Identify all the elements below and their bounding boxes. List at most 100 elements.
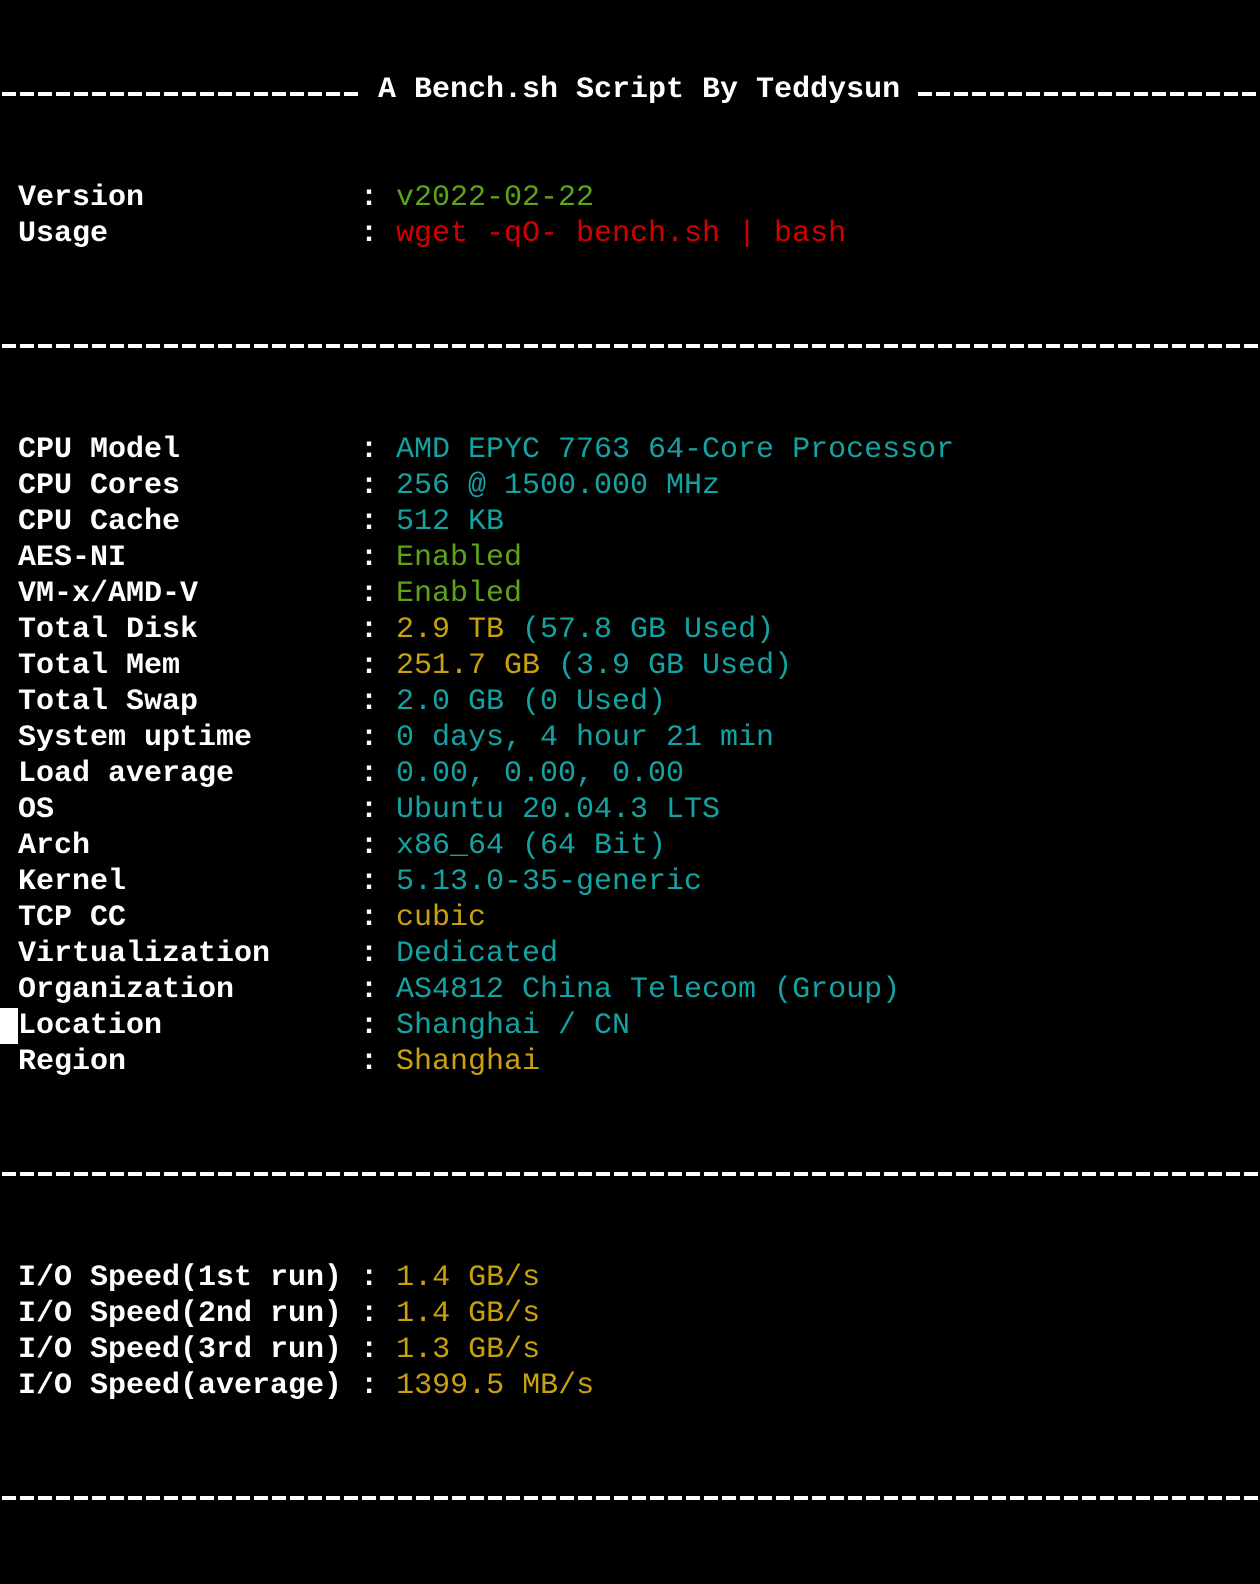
info-row: Organization: AS4812 China Telecom (Group… bbox=[0, 972, 1260, 1008]
separator: : bbox=[360, 181, 379, 215]
row-label: AES-NI bbox=[18, 541, 127, 575]
row-label: Arch bbox=[18, 829, 91, 863]
separator: : bbox=[360, 649, 379, 683]
row-value: 2.9 TB bbox=[396, 613, 505, 647]
row-value: Shanghai / CN bbox=[396, 1009, 631, 1043]
header-section: Version: v2022-02-22 Usage: wget -qO- bench… bbox=[0, 180, 1260, 252]
info-row: I/O Speed(1st run) :1.4 GB/s bbox=[0, 1260, 1260, 1296]
row-value: Shanghai bbox=[396, 1045, 541, 1079]
row-value: 0 days, 4 hour 21 min bbox=[396, 721, 775, 755]
row-label: Usage bbox=[18, 217, 109, 251]
row-value: 0.00, 0.00, 0.00 bbox=[396, 757, 685, 791]
row-label: Total Swap bbox=[18, 685, 199, 719]
separator: : bbox=[360, 1297, 379, 1331]
info-row: Region: Shanghai bbox=[0, 1044, 1260, 1080]
row-value: v2022-02-22 bbox=[396, 181, 595, 215]
separator: : bbox=[360, 901, 379, 935]
info-row: CPU Model: AMD EPYC 7763 64-Core Processo… bbox=[0, 432, 1260, 468]
separator: : bbox=[360, 865, 379, 899]
row-value: 2.0 GB (0 Used) bbox=[396, 685, 667, 719]
divider bbox=[918, 92, 1260, 96]
row-value: (57.8 GB Used) bbox=[504, 613, 775, 647]
row-label: VM-x/AMD-V bbox=[18, 577, 199, 611]
row-label: Organization bbox=[18, 973, 235, 1007]
row-label: Virtualization bbox=[18, 937, 271, 971]
row-label: I/O Speed(3rd run) bbox=[18, 1333, 343, 1367]
divider bbox=[0, 324, 1260, 360]
title-banner: A Bench.sh Script By Teddysun bbox=[0, 72, 1260, 108]
separator: : bbox=[360, 685, 379, 719]
row-label: System uptime bbox=[18, 721, 253, 755]
io-speed-section: I/O Speed(1st run) :1.4 GB/s I/O Speed(2n… bbox=[0, 1260, 1260, 1404]
row-value: 1.4 GB/s bbox=[396, 1297, 541, 1331]
separator: : bbox=[360, 1009, 379, 1043]
info-row: I/O Speed(2nd run) :1.4 GB/s bbox=[0, 1296, 1260, 1332]
row-label: Version bbox=[18, 181, 145, 215]
info-row: Version: v2022-02-22 bbox=[0, 180, 1260, 216]
info-row: I/O Speed(average) :1399.5 MB/s bbox=[0, 1368, 1260, 1404]
row-value: 256 @ 1500.000 MHz bbox=[396, 469, 721, 503]
row-label: Total Disk bbox=[18, 613, 199, 647]
separator: : bbox=[360, 1333, 379, 1367]
row-label: TCP CC bbox=[18, 901, 127, 935]
info-row: Usage: wget -qO- bench.sh | bash bbox=[0, 216, 1260, 252]
info-row: Arch: x86_64 (64 Bit) bbox=[0, 828, 1260, 864]
row-value: 1.4 GB/s bbox=[396, 1261, 541, 1295]
info-row: TCP CC: cubic bbox=[0, 900, 1260, 936]
info-row: System uptime:0 days, 4 hour 21 min bbox=[0, 720, 1260, 756]
separator: : bbox=[360, 793, 379, 827]
row-label: Load average bbox=[18, 757, 235, 791]
divider bbox=[0, 1476, 1260, 1512]
row-value: 5.13.0-35-generic bbox=[396, 865, 703, 899]
separator: : bbox=[360, 217, 379, 251]
separator: : bbox=[360, 469, 379, 503]
row-label: CPU Cores bbox=[18, 469, 181, 503]
info-row: Kernel:5.13.0-35-generic bbox=[0, 864, 1260, 900]
row-value: Enabled bbox=[396, 577, 523, 611]
info-row: Total Mem:251.7 GB (3.9 GB Used) bbox=[0, 648, 1260, 684]
separator: : bbox=[360, 433, 379, 467]
info-row: Location: Shanghai / CN bbox=[0, 1008, 1260, 1044]
row-value: Enabled bbox=[396, 541, 523, 575]
row-value: 251.7 GB bbox=[396, 649, 541, 683]
separator: : bbox=[360, 577, 379, 611]
info-row: CPU Cache:512 KB bbox=[0, 504, 1260, 540]
row-label: Kernel bbox=[18, 865, 127, 899]
separator: : bbox=[360, 973, 379, 1007]
row-label: I/O Speed(average) bbox=[18, 1369, 343, 1403]
row-value: cubic bbox=[396, 901, 487, 935]
row-value: 1.3 GB/s bbox=[396, 1333, 541, 1367]
info-row: Total Swap:2.0 GB (0 Used) bbox=[0, 684, 1260, 720]
separator: : bbox=[360, 1369, 379, 1403]
row-value: Ubuntu 20.04.3 LTS bbox=[396, 793, 721, 827]
separator: : bbox=[360, 1261, 379, 1295]
divider bbox=[2, 92, 358, 96]
script-title: A Bench.sh Script By Teddysun bbox=[378, 73, 901, 107]
info-row: Total Disk:2.9 TB (57.8 GB Used) bbox=[0, 612, 1260, 648]
system-info-section: CPU Model: AMD EPYC 7763 64-Core Processo… bbox=[0, 432, 1260, 1080]
row-label: CPU Cache bbox=[18, 505, 181, 539]
terminal-cursor bbox=[0, 1008, 18, 1044]
separator: : bbox=[360, 1045, 379, 1079]
row-value: Dedicated bbox=[396, 937, 559, 971]
info-row: AES-NI: Enabled bbox=[0, 540, 1260, 576]
row-value: AMD EPYC 7763 64-Core Processor bbox=[396, 433, 955, 467]
separator: : bbox=[360, 829, 379, 863]
row-label: I/O Speed(1st run) bbox=[18, 1261, 343, 1295]
terminal-window[interactable]: A Bench.sh Script By Teddysun Version: v2… bbox=[0, 0, 1260, 1500]
separator: : bbox=[360, 541, 379, 575]
row-value: wget -qO- bench.sh | bash bbox=[396, 217, 847, 251]
row-value: 1399.5 MB/s bbox=[396, 1369, 595, 1403]
info-row: Load average:0.00, 0.00, 0.00 bbox=[0, 756, 1260, 792]
row-value: 512 KB bbox=[396, 505, 505, 539]
row-label: Region bbox=[18, 1045, 127, 1079]
separator: : bbox=[360, 757, 379, 791]
separator: : bbox=[360, 721, 379, 755]
separator: : bbox=[360, 505, 379, 539]
row-label: I/O Speed(2nd run) bbox=[18, 1297, 343, 1331]
row-label: CPU Model bbox=[18, 433, 181, 467]
row-value: (3.9 GB Used) bbox=[540, 649, 793, 683]
separator: : bbox=[360, 613, 379, 647]
divider bbox=[0, 1152, 1260, 1188]
info-row: OS: Ubuntu 20.04.3 LTS bbox=[0, 792, 1260, 828]
